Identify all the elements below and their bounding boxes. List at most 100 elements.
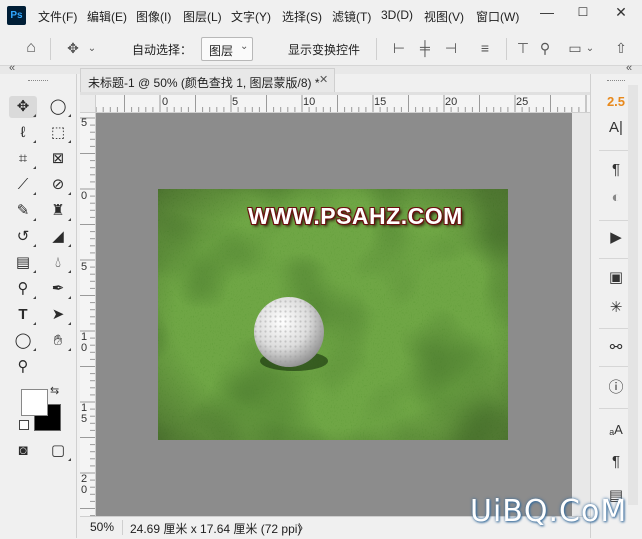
hand-tool[interactable]: ✋︎ <box>44 330 72 352</box>
quick-mask-button[interactable]: ◙ <box>9 440 37 462</box>
ruler-horizontal: 0 5 10 15 20 25 <box>80 95 590 113</box>
menu-edit[interactable]: 编辑(E) <box>87 8 127 25</box>
dodge-tool[interactable]: ⚲ <box>9 278 37 300</box>
object-select-icon: ⬚ <box>50 124 66 141</box>
history-brush-icon: ↺ <box>16 228 30 245</box>
pen-tool[interactable]: ✒ <box>44 278 72 300</box>
pen-icon: ✒ <box>51 280 65 297</box>
stamp-icon: ♜ <box>51 202 65 219</box>
screen-mode-button[interactable]: ▢ <box>44 440 72 462</box>
screen-mode-icon: ▢ <box>50 442 66 459</box>
eyedropper-icon: ⟋ <box>17 176 29 193</box>
ellipse-marquee-icon: ◯ <box>49 98 67 115</box>
ruler-label: 5 <box>81 261 88 273</box>
zoom-tool[interactable]: ⚲ <box>9 356 37 378</box>
document-tab[interactable]: 未标题-1 @ 50% (颜色查找 1, 图层蒙版/8) * ✕ <box>80 68 335 94</box>
blur-tool[interactable]: 💧︎ <box>44 252 72 274</box>
maximize-button[interactable]: ☐ <box>566 0 600 26</box>
tools-panel: ✥ ◯ ℓ ⬚ ⌗ ⊠ ⟋ ⊘ ✎ ♜ ↺ ◢ ▤ 💧︎ ⚲ ✒ T ➤ ◯ ✋… <box>0 74 77 538</box>
minimize-button[interactable]: — <box>530 0 564 26</box>
menu-window[interactable]: 窗口(W) <box>476 8 519 25</box>
marquee-tool[interactable]: ◯ <box>44 96 72 118</box>
ruler-top-ticks <box>95 95 587 112</box>
vertical-scrollbar[interactable] <box>572 113 590 516</box>
brush-tool[interactable]: ✎ <box>9 200 37 222</box>
gradient-icon: ▤ <box>15 254 31 271</box>
ruler-left-ticks <box>80 117 95 517</box>
right-panel-scrollbar[interactable] <box>628 85 638 505</box>
history-brush-tool[interactable]: ↺ <box>9 226 37 248</box>
document-image[interactable]: WWW.PSAHZ.COM <box>158 189 508 440</box>
align-center-icon[interactable]: ╪ <box>416 40 434 56</box>
eyedropper-tool[interactable]: ⟋ <box>9 174 37 196</box>
ruler-label: 5 <box>232 96 239 108</box>
default-colors-icon[interactable] <box>19 420 29 430</box>
gradient-tool[interactable]: ▤ <box>9 252 37 274</box>
golf-ball-dimples <box>254 297 324 367</box>
options-bar: ⌂ ✥ ⌄ 自动选择： 图层 ⌄ 显示变换控件 ⊢ ╪ ⊣ ≡ ⊤ ⚲ ▭ ⌄ … <box>0 32 642 87</box>
crop-icon: ⌗ <box>18 150 28 167</box>
menu-view[interactable]: 视图(V) <box>424 8 464 25</box>
collapse-left-icon[interactable]: « <box>9 62 15 74</box>
distribute-icon[interactable]: ≡ <box>476 40 494 56</box>
move-tool-icon[interactable]: ✥ <box>64 40 82 56</box>
align-right-icon[interactable]: ⊣ <box>442 40 460 56</box>
menu-type[interactable]: 文字(Y) <box>231 8 271 25</box>
path-selection-tool[interactable]: ➤ <box>44 304 72 326</box>
menu-layer[interactable]: 图层(L) <box>183 8 222 25</box>
foreground-color-swatch[interactable] <box>21 389 48 416</box>
document-title: 未标题-1 @ 50% (颜色查找 1, 图层蒙版/8) * <box>88 76 320 90</box>
menu-image[interactable]: 图像(I) <box>136 8 171 25</box>
menu-bar: Ps 文件(F) 编辑(E) 图像(I) 图层(L) 文字(Y) 选择(S) 滤… <box>0 0 642 32</box>
chevron-down-icon[interactable]: ⌄ <box>584 41 596 57</box>
quick-mask-icon: ◙ <box>18 442 28 459</box>
align-top-icon[interactable]: ⊤ <box>514 40 532 56</box>
move-tool[interactable]: ✥ <box>9 96 37 118</box>
photoshop-logo: Ps <box>7 6 26 25</box>
close-window-button[interactable]: ✕ <box>604 0 638 26</box>
status-menu-arrow[interactable]: 〉 <box>298 520 309 536</box>
home-icon[interactable]: ⌂ <box>22 40 40 56</box>
divider <box>122 520 123 535</box>
ruler-label: 15 <box>374 96 387 108</box>
ruler-label: 2 0 <box>81 473 88 496</box>
frame-tool[interactable]: ⊠ <box>44 148 72 170</box>
share-icon[interactable]: ⇧ <box>612 40 630 56</box>
auto-select-label: 自动选择： <box>132 43 193 57</box>
object-select-tool[interactable]: ⬚ <box>44 122 72 144</box>
close-tab-icon[interactable]: ✕ <box>319 73 328 86</box>
eraser-icon: ◢ <box>52 228 64 245</box>
align-left-icon[interactable]: ⊢ <box>390 40 408 56</box>
swap-colors-icon[interactable]: ⇆ <box>50 384 59 397</box>
clone-stamp-tool[interactable]: ♜ <box>44 200 72 222</box>
healing-brush-tool[interactable]: ⊘ <box>44 174 72 196</box>
search-icon[interactable]: ⚲ <box>536 40 554 56</box>
canvas-overlay-text: WWW.PSAHZ.COM <box>248 203 463 229</box>
menu-filter[interactable]: 滤镜(T) <box>332 8 371 25</box>
drop-icon: 💧︎ <box>54 254 61 271</box>
crop-tool[interactable]: ⌗ <box>9 148 37 170</box>
ruler-label: 0 <box>81 190 88 202</box>
type-tool[interactable]: T <box>9 304 37 326</box>
menu-file[interactable]: 文件(F) <box>38 8 77 25</box>
layer-select-dropdown[interactable]: 图层 ⌄ <box>201 37 253 61</box>
shape-tool[interactable]: ◯ <box>9 330 37 352</box>
grip <box>28 80 48 83</box>
document-info: 24.69 厘米 x 17.64 厘米 (72 ppi) <box>130 522 302 536</box>
ruler-label: 1 5 <box>81 402 88 425</box>
chevron-down-icon[interactable]: ⌄ <box>86 41 98 57</box>
workspace-icon[interactable]: ▭ <box>566 40 584 56</box>
eraser-tool[interactable]: ◢ <box>44 226 72 248</box>
frame-icon: ⊠ <box>51 150 65 167</box>
ruler-corner[interactable] <box>80 95 96 113</box>
lasso-icon: ℓ <box>20 124 26 141</box>
ellipse-shape-icon: ◯ <box>14 332 32 349</box>
zoom-level[interactable]: 50% <box>90 520 114 534</box>
menu-3d[interactable]: 3D(D) <box>381 8 413 22</box>
arrow-icon: ➤ <box>51 306 65 323</box>
menu-select[interactable]: 选择(S) <box>282 8 322 25</box>
type-icon: T <box>18 306 28 323</box>
brush-icon: ✎ <box>16 202 30 219</box>
lasso-tool[interactable]: ℓ <box>9 122 37 144</box>
collapse-right-icon[interactable]: « <box>626 62 632 74</box>
